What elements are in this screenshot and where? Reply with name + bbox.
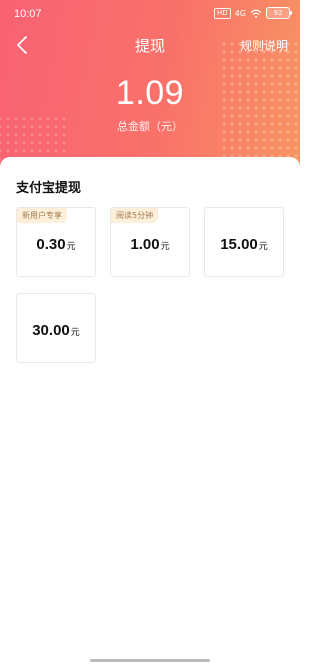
network-indicator: 4G [234, 8, 246, 18]
option-badge: 阅读5分钟 [111, 208, 159, 223]
status-time: 10:07 [14, 8, 42, 20]
withdraw-option-2[interactable]: 15.00元 [204, 207, 284, 277]
section-title: 支付宝提现 [16, 181, 82, 196]
option-unit: 元 [258, 242, 268, 252]
option-amount: 30.00 [32, 322, 70, 339]
option-unit: 元 [66, 242, 76, 252]
status-bar: 10:07 HD 4G 92 [0, 0, 300, 28]
header-banner: 10:07 HD 4G 92 提现 规则说明 1.09 总金额（元） [0, 0, 300, 180]
option-unit: 元 [160, 242, 170, 252]
rules-link[interactable]: 规则说明 [240, 37, 288, 54]
option-amount: 0.30 [36, 236, 66, 253]
withdraw-option-1[interactable]: 阅读5分钟 1.00元 [110, 207, 190, 277]
option-amount: 1.00 [130, 236, 160, 253]
wifi-icon [250, 9, 262, 18]
option-value: 0.30元 [17, 234, 95, 253]
nav-bar: 提现 规则说明 [0, 32, 300, 60]
home-indicator[interactable] [90, 659, 210, 662]
battery-icon: 92 [266, 7, 292, 19]
status-icons: HD 4G 92 [214, 7, 292, 19]
option-value: 30.00元 [17, 320, 95, 339]
option-unit: 元 [70, 328, 80, 338]
hd-indicator: HD [214, 7, 231, 19]
option-badge: 新用户专享 [17, 208, 67, 223]
option-amount: 15.00 [220, 236, 258, 253]
option-value: 15.00元 [205, 234, 283, 253]
withdraw-option-0[interactable]: 新用户专享 0.30元 [16, 207, 96, 277]
withdraw-option-3[interactable]: 30.00元 [16, 293, 96, 363]
option-value: 1.00元 [111, 234, 189, 253]
balance-label: 总金额（元） [117, 120, 183, 133]
balance-amount: 1.09 [115, 74, 185, 112]
withdraw-sheet: 支付宝提现 新用户专享 0.30元 阅读5分钟 1.00元 15.00元 30.… [0, 157, 300, 666]
